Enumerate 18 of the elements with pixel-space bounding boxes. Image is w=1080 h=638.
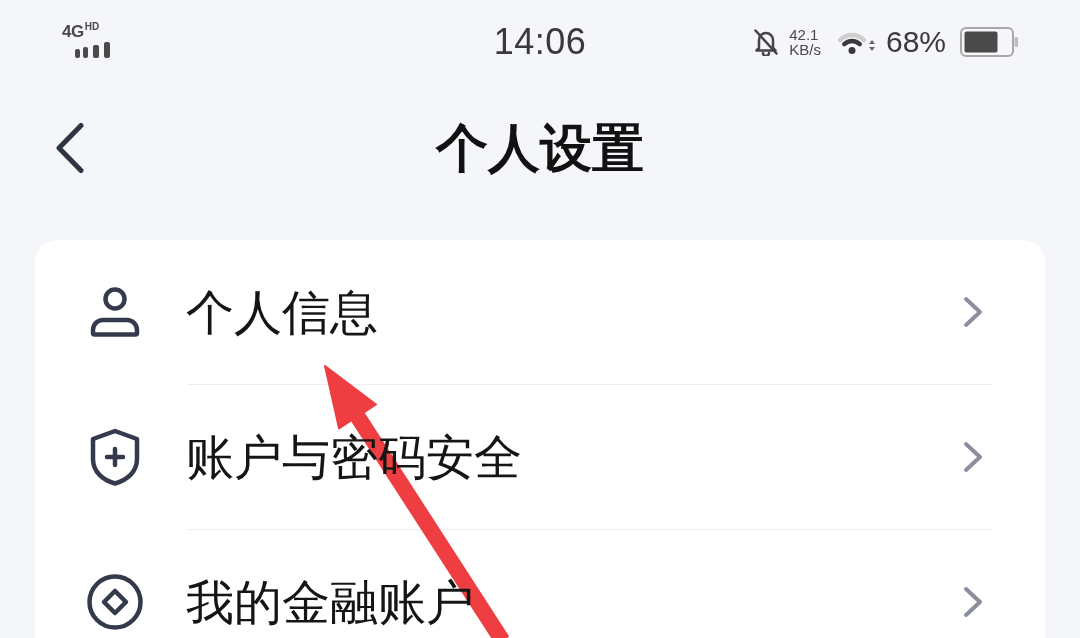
bell-off-icon [753,28,780,56]
network-speed-unit: KB/s [789,42,821,57]
settings-item[interactable]: 我的金融账户 [35,530,1045,638]
back-chevron-icon [54,122,86,174]
shield-plus-icon [89,428,141,486]
battery-percent: 68% [885,25,946,59]
chevron-right-icon [963,441,983,473]
battery-icon [960,27,1018,57]
person-icon [89,287,141,337]
network-type: 4G [62,22,84,40]
hd-label: HD [84,21,100,32]
page-title: 个人设置 [436,118,644,178]
network-speed-value: 42.1 [789,27,820,42]
chevron-right-icon [963,586,983,618]
signal-bars-icon [75,41,111,58]
settings-item[interactable]: 个人信息 [35,240,1045,384]
chevron-right-icon [963,296,983,328]
status-time: 14:06 [493,21,587,63]
